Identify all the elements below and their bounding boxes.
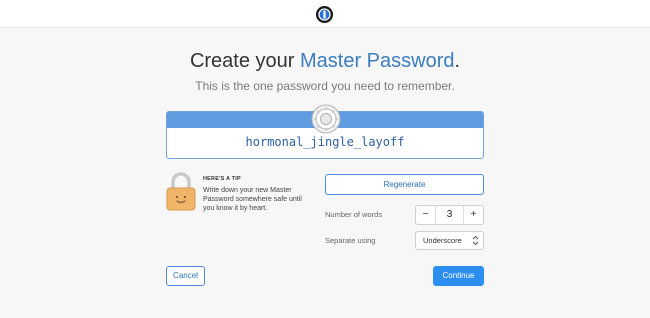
continue-button[interactable]: Continue xyxy=(433,266,484,286)
separator-select[interactable]: Underscore xyxy=(415,231,484,250)
1password-logo-icon xyxy=(315,5,334,24)
number-of-words-label: Number of words xyxy=(325,210,383,219)
word-count-stepper: − 3 + xyxy=(415,205,484,225)
master-password-text: hormonal_jingle_layoff xyxy=(245,135,405,149)
page-title: Create your Master Password. xyxy=(0,50,650,73)
padlock-icon xyxy=(166,172,196,211)
tip-body: Write down your new Master Password some… xyxy=(203,187,302,212)
vault-icon xyxy=(311,104,341,134)
word-count-value: 3 xyxy=(446,209,453,220)
master-password-display: hormonal_jingle_layoff xyxy=(166,104,484,159)
decrement-button[interactable]: − xyxy=(416,206,436,224)
title-accent: Master Password xyxy=(300,50,455,72)
top-bar xyxy=(0,0,650,28)
page-subtitle: This is the one password you need to rem… xyxy=(195,79,455,93)
select-chevron-icon xyxy=(472,235,479,246)
separator-label: Separate using xyxy=(325,236,376,245)
title-suffix: . xyxy=(454,50,461,72)
increment-button[interactable]: + xyxy=(463,206,483,224)
tip-heading: HERE'S A TIP xyxy=(203,176,241,182)
title-prefix: Create your xyxy=(189,50,300,72)
separator-select-value: Underscore xyxy=(423,236,462,245)
cancel-button[interactable]: Cancel xyxy=(166,266,205,286)
regenerate-button[interactable]: Regenerate xyxy=(325,174,484,195)
